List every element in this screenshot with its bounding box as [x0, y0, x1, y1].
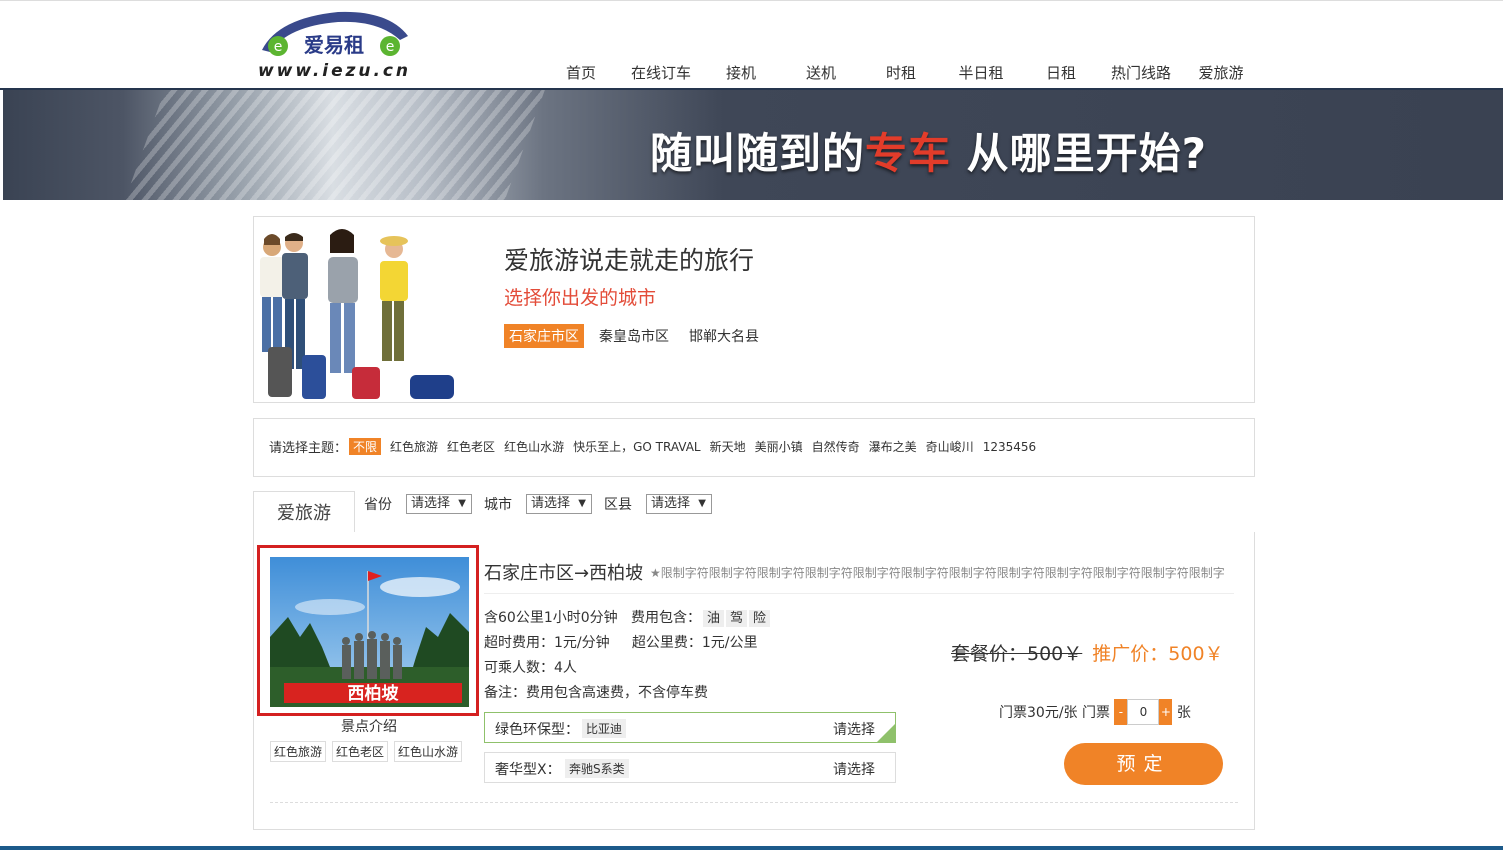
- route-remark-line: 备注：费用包含高速费，不含停车费: [484, 685, 708, 701]
- tab-travel[interactable]: 爱旅游: [253, 491, 355, 533]
- region-filters: 省份 请选择 ▼ 城市 请选择 ▼ 区县 请选择 ▼: [364, 494, 724, 514]
- selected-check-icon: ✓: [877, 724, 911, 743]
- province-label: 省份: [364, 497, 392, 513]
- route-separator: [270, 802, 1238, 803]
- scenic-intro-label[interactable]: 景点介绍: [341, 716, 397, 736]
- ticket-plus-button[interactable]: +: [1159, 699, 1173, 725]
- city-option-handan-daming[interactable]: 邯郸大名县: [684, 324, 764, 348]
- city-option-shijiazhuang[interactable]: 石家庄市区: [504, 324, 584, 348]
- province-select[interactable]: 请选择 ▼: [406, 494, 472, 514]
- intro-title: 爱旅游说走就走的旅行: [504, 246, 755, 275]
- route-photo-caption: 西柏坡: [348, 683, 399, 704]
- brand-logo[interactable]: e e 爱易租 www.iezu.cn: [258, 10, 418, 82]
- scenic-tag[interactable]: 红色老区: [332, 741, 389, 762]
- theme-red-tour[interactable]: 红色旅游: [390, 438, 438, 455]
- price-row: 套餐价：500￥ 推广价：500￥: [951, 639, 1224, 666]
- city-option-qinhuangdao[interactable]: 秦皇岛市区: [594, 324, 674, 348]
- scenic-tag[interactable]: 红色山水游: [394, 741, 463, 762]
- route-title[interactable]: 石家庄市区→西柏坡: [484, 559, 643, 585]
- car-option-eco[interactable]: 绿色环保型： 比亚迪 请选择 ✓: [484, 712, 911, 743]
- theme-go-travel[interactable]: 快乐至上，GO TRAVAL: [573, 438, 701, 455]
- travelers-illustration: [260, 229, 454, 399]
- fee-item-fuel: 油: [703, 610, 725, 627]
- district-select[interactable]: 请选择 ▼: [646, 494, 712, 514]
- nav-airport-pickup[interactable]: 接机: [701, 62, 781, 84]
- nav-hourly[interactable]: 时租: [861, 62, 941, 84]
- car-option-select[interactable]: 请选择: [833, 719, 875, 739]
- scenic-tags: 红色旅游 红色老区 红色山水游: [270, 741, 468, 762]
- dropdown-arrow-icon: ▼: [578, 498, 586, 509]
- car-option-value: 奔驰S系类: [565, 759, 629, 778]
- brand-name: 爱易租: [304, 33, 364, 57]
- scenic-tag[interactable]: 红色旅游: [270, 741, 327, 762]
- car-option-label: 绿色环保型：: [495, 722, 579, 738]
- theme-nature-legend[interactable]: 自然传奇: [812, 438, 860, 455]
- city-options: 石家庄市区 秦皇岛市区 邯郸大名县: [504, 324, 774, 348]
- car-option-select[interactable]: 请选择: [833, 759, 875, 779]
- book-button[interactable]: 预定: [1064, 743, 1223, 785]
- fee-item-insurance: 险: [749, 610, 771, 627]
- route-passengers-line: 可乘人数：4人: [484, 660, 577, 676]
- theme-beautiful-town[interactable]: 美丽小镇: [755, 438, 803, 455]
- nav-hot-routes[interactable]: 热门线路: [1101, 62, 1181, 84]
- nav-home[interactable]: 首页: [541, 62, 621, 84]
- intro-subtitle: 选择你出发的城市: [504, 287, 657, 309]
- car-option-label: 奢华型X：: [495, 762, 561, 778]
- route-overtime-line: 超时费用：1元/分钟 超公里费：1元/公里: [484, 635, 758, 651]
- svg-text:e: e: [386, 39, 395, 55]
- route-description: ★限制字符限制字符限制字符限制字符限制字符限制字符限制字符限制字符限制字符限制字…: [650, 566, 1225, 580]
- fee-item-driver: 驾: [726, 610, 748, 627]
- ticket-quantity-input[interactable]: 0: [1127, 699, 1160, 725]
- dropdown-arrow-icon: ▼: [698, 498, 706, 509]
- theme-new-world[interactable]: 新天地: [710, 438, 746, 455]
- theme-red-old-area[interactable]: 红色老区: [447, 438, 495, 455]
- banner-motion-streaks: [113, 90, 553, 200]
- ticket-minus-button[interactable]: -: [1114, 699, 1128, 725]
- city-select[interactable]: 请选择 ▼: [526, 494, 592, 514]
- banner-slogan: 随叫随到的专车 从哪里开始?: [650, 129, 1208, 178]
- brand-url: www.iezu.cn: [258, 61, 408, 81]
- theme-filter-card: 请选择主题： 不限 红色旅游 红色老区 红色山水游 快乐至上，GO TRAVAL…: [253, 418, 1255, 477]
- dropdown-arrow-icon: ▼: [458, 498, 466, 509]
- theme-filter-row: 请选择主题： 不限 红色旅游 红色老区 红色山水游 快乐至上，GO TRAVAL…: [269, 437, 1045, 456]
- footer-bar: [0, 846, 1503, 850]
- travel-intro-card: 爱旅游说走就走的旅行 选择你出发的城市 石家庄市区 秦皇岛市区 邯郸大名县: [253, 216, 1255, 403]
- theme-all[interactable]: 不限: [349, 438, 382, 455]
- car-option-value: 比亚迪: [582, 719, 627, 738]
- city-label: 城市: [484, 497, 512, 513]
- main-nav: 首页 在线订车 接机 送机 时租 半日租 日租 热门线路 爱旅游: [541, 62, 1261, 84]
- route-photo-frame[interactable]: 西柏坡: [257, 545, 479, 716]
- header: e e 爱易租 www.iezu.cn 首页 在线订车 接机 送机 时租 半日租…: [0, 0, 1503, 90]
- nav-half-day[interactable]: 半日租: [941, 62, 1021, 84]
- tab-bar: 爱旅游 省份 请选择 ▼ 城市 请选择 ▼ 区县 请选择 ▼: [253, 491, 1255, 533]
- route-included-line: 含60公里1小时0分钟 费用包含：油驾险: [484, 607, 771, 627]
- nav-online-booking[interactable]: 在线订车: [621, 62, 701, 84]
- car-option-luxury[interactable]: 奢华型X： 奔驰S系类 请选择: [484, 752, 896, 783]
- svg-text:e: e: [274, 39, 283, 55]
- route-photo: 西柏坡: [270, 557, 469, 707]
- nav-travel[interactable]: 爱旅游: [1181, 62, 1261, 84]
- theme-numeric[interactable]: 1235456: [983, 440, 1036, 454]
- nav-airport-dropoff[interactable]: 送机: [781, 62, 861, 84]
- theme-mountains[interactable]: 奇山峻川: [926, 438, 974, 455]
- promo-price: 推广价：500￥: [1092, 643, 1224, 665]
- theme-red-landscape[interactable]: 红色山水游: [504, 438, 564, 455]
- hero-banner: 随叫随到的专车 从哪里开始?: [3, 90, 1503, 200]
- route-panel: 西柏坡 景点介绍 红色旅游 红色老区 红色山水游 石家庄市区→西柏坡 ★限制字符…: [253, 532, 1255, 830]
- ticket-unit: 张: [1176, 705, 1191, 721]
- ticket-label: 门票30元/张 门票: [999, 705, 1110, 721]
- nav-daily[interactable]: 日租: [1021, 62, 1101, 84]
- top-border: [0, 0, 1503, 1]
- theme-waterfall[interactable]: 瀑布之美: [869, 438, 917, 455]
- ticket-row: 门票30元/张 门票 - 0 + 张: [999, 699, 1191, 725]
- package-price: 套餐价：500￥: [951, 643, 1083, 665]
- route-title-divider: [484, 593, 1234, 594]
- theme-filter-label: 请选择主题：: [269, 441, 348, 456]
- district-label: 区县: [604, 497, 632, 513]
- banner-slogan-highlight: 专车: [865, 129, 952, 178]
